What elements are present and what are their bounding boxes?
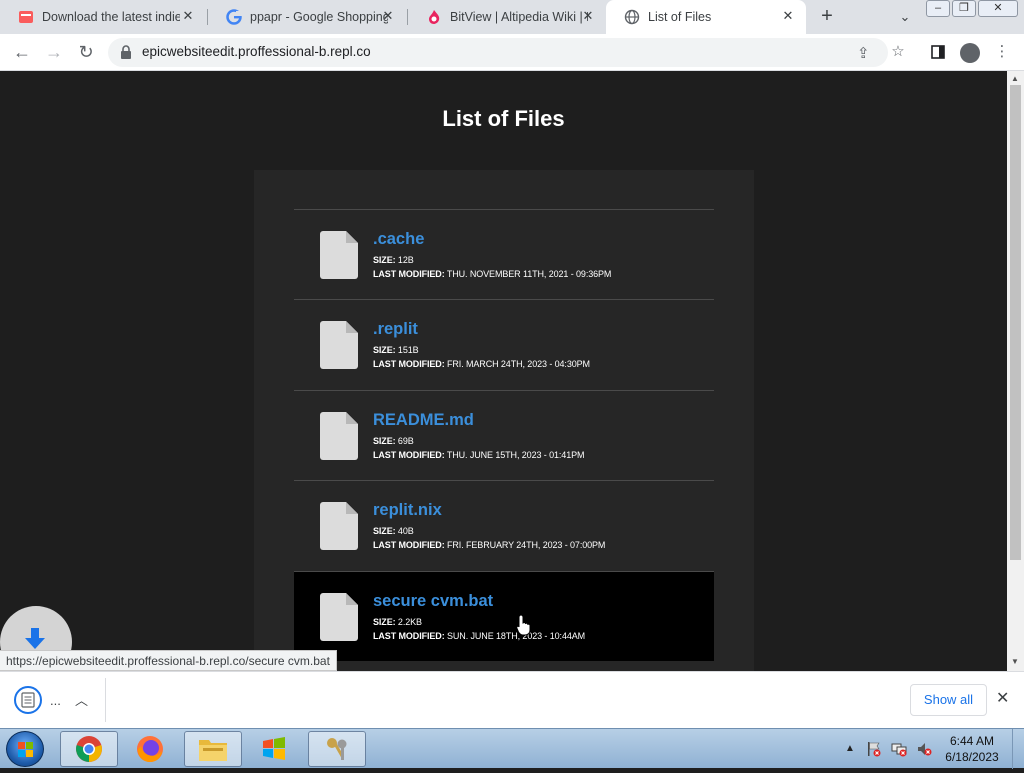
- file-name-link[interactable]: secure cvm.bat: [373, 592, 493, 611]
- file-row[interactable]: .replit SIZE: 151B LAST MODIFIED: FRI. M…: [294, 299, 714, 389]
- hand-cursor-icon: [516, 614, 532, 636]
- tab-search-chevron-icon[interactable]: ⌄: [893, 6, 917, 28]
- clock-time: 6:44 AM: [949, 734, 995, 748]
- file-modified: LAST MODIFIED: FRI. MARCH 24TH, 2023 - 0…: [373, 359, 590, 369]
- tab-title: BitView | Altipedia Wiki | F: [450, 10, 588, 24]
- scroll-up-icon[interactable]: ▲: [1011, 74, 1019, 83]
- file-row[interactable]: secure cvm.bat SIZE: 2.2KB LAST MODIFIED…: [294, 571, 714, 661]
- download-filename: ...: [50, 692, 61, 708]
- file-row[interactable]: README.md SIZE: 69B LAST MODIFIED: THU. …: [294, 390, 714, 480]
- action-center-flag-icon[interactable]: [866, 741, 882, 757]
- keys-icon: [327, 738, 347, 760]
- restore-button[interactable]: ❐: [952, 0, 976, 17]
- taskbar-firefox[interactable]: [121, 731, 179, 767]
- volume-muted-icon[interactable]: [916, 741, 932, 757]
- firefox-icon: [137, 736, 163, 763]
- divider: [105, 678, 106, 722]
- file-icon: [320, 321, 358, 369]
- file-modified: LAST MODIFIED: THU. NOVEMBER 11TH, 2021 …: [373, 269, 612, 279]
- file-name-link[interactable]: replit.nix: [373, 501, 442, 520]
- tab-google-shopping[interactable]: ppapr - Google Shopping ✕: [208, 0, 406, 34]
- file-name-link[interactable]: .cache: [373, 230, 424, 249]
- chrome-icon: [76, 736, 102, 762]
- globe-icon: [624, 9, 640, 25]
- file-row[interactable]: .cache SIZE: 12B LAST MODIFIED: THU. NOV…: [294, 209, 714, 299]
- download-item[interactable]: ...: [14, 686, 61, 714]
- itchio-icon: [18, 9, 34, 25]
- menu-kebab-icon[interactable]: ⋮: [990, 40, 1014, 64]
- start-button[interactable]: [6, 731, 44, 767]
- tab-title: Download the latest indie: [42, 10, 180, 24]
- file-icon: [320, 412, 358, 460]
- folder-icon: [199, 740, 227, 761]
- clock-date: 6/18/2023: [945, 750, 999, 764]
- share-icon[interactable]: ⇪: [857, 44, 870, 62]
- taskbar-media[interactable]: [245, 731, 303, 767]
- system-clock[interactable]: 6:44 AM 6/18/2023: [945, 733, 999, 765]
- tab-strip: Download the latest indie ✕ ppapr - Goog…: [0, 0, 1024, 34]
- page-title: List of Files: [442, 106, 565, 131]
- show-all-button[interactable]: Show all: [910, 684, 987, 716]
- page-viewport: List of Files .cache SIZE: 12B LAST MODI…: [0, 71, 1007, 671]
- browser-toolbar: ← → ↻ epicwebsiteedit.proffessional-b.re…: [0, 34, 1024, 71]
- vertical-scrollbar[interactable]: ▲ ▼: [1007, 71, 1024, 671]
- close-tab-icon[interactable]: ✕: [580, 8, 596, 24]
- chevron-up-icon[interactable]: ︿: [75, 690, 88, 709]
- tab-title: ppapr - Google Shopping: [250, 10, 388, 24]
- tab-list-of-files[interactable]: List of Files ✕: [606, 0, 806, 34]
- windows-taskbar: ▲ 6:44 AM 6/18/2023: [0, 728, 1024, 769]
- close-tab-icon[interactable]: ✕: [180, 8, 196, 24]
- fandom-flame-icon: [426, 9, 442, 25]
- file-size: SIZE: 69B: [373, 436, 414, 446]
- taskbar-keys-app[interactable]: [308, 731, 366, 767]
- file-modified: LAST MODIFIED: THU. JUNE 15TH, 2023 - 01…: [373, 450, 585, 460]
- tab-bitview-wiki[interactable]: BitView | Altipedia Wiki | F ✕: [408, 0, 606, 34]
- link-status-bubble: https://epicwebsiteedit.proffessional-b.…: [0, 650, 337, 671]
- file-modified: LAST MODIFIED: FRI. FEBRUARY 24TH, 2023 …: [373, 540, 606, 550]
- taskbar-chrome[interactable]: [60, 731, 118, 767]
- windows-logo-icon: [18, 742, 33, 757]
- close-window-button[interactable]: ✕: [978, 0, 1018, 17]
- scroll-down-icon[interactable]: ▼: [1011, 657, 1019, 666]
- file-size: SIZE: 12B: [373, 255, 414, 265]
- back-arrow-icon[interactable]: ←: [9, 39, 35, 65]
- tab-title: List of Files: [648, 10, 712, 24]
- file-row[interactable]: replit.nix SIZE: 40B LAST MODIFIED: FRI.…: [294, 480, 714, 570]
- close-icon[interactable]: ✕: [996, 688, 1009, 708]
- side-panel-icon[interactable]: [926, 40, 950, 64]
- show-hidden-icons-chevron-icon[interactable]: ▲: [845, 743, 861, 759]
- scrollbar-thumb[interactable]: [1010, 85, 1021, 560]
- download-progress-icon: [14, 686, 42, 714]
- file-size: SIZE: 2.2KB: [373, 617, 422, 627]
- network-icon[interactable]: [891, 741, 907, 757]
- new-tab-button[interactable]: +: [815, 5, 839, 29]
- google-icon: [226, 9, 242, 25]
- forward-arrow-icon[interactable]: →: [41, 39, 67, 65]
- close-tab-icon[interactable]: ✕: [380, 8, 396, 24]
- file-icon: [320, 231, 358, 279]
- file-modified: LAST MODIFIED: SUN. JUNE 18TH, 2023 - 10…: [373, 631, 586, 641]
- taskbar-explorer[interactable]: [184, 731, 242, 767]
- file-icon: [320, 593, 358, 641]
- file-list-panel: .cache SIZE: 12B LAST MODIFIED: THU. NOV…: [254, 170, 754, 671]
- file-icon: [320, 502, 358, 550]
- file-size: SIZE: 40B: [373, 526, 414, 536]
- tab-download-indie[interactable]: Download the latest indie ✕: [0, 0, 206, 34]
- window-controls: – ❐ ✕: [926, 0, 1020, 17]
- file-size: SIZE: 151B: [373, 345, 419, 355]
- lock-icon[interactable]: [120, 45, 132, 59]
- url-text: epicwebsiteedit.proffessional-b.repl.co: [142, 44, 371, 59]
- address-bar[interactable]: epicwebsiteedit.proffessional-b.repl.co …: [108, 38, 888, 67]
- minimize-button[interactable]: –: [926, 0, 950, 17]
- reload-icon[interactable]: ↻: [73, 39, 99, 65]
- bookmark-star-icon[interactable]: ☆: [886, 40, 910, 64]
- download-shelf: ... ︿ Show all ✕: [0, 671, 1024, 728]
- show-desktop-button[interactable]: [1012, 729, 1024, 769]
- windows-flag-icon: [263, 737, 285, 760]
- file-name-link[interactable]: .replit: [373, 320, 418, 339]
- profile-avatar-icon[interactable]: [960, 43, 980, 63]
- file-name-link[interactable]: README.md: [373, 411, 474, 430]
- close-tab-icon[interactable]: ✕: [780, 8, 796, 24]
